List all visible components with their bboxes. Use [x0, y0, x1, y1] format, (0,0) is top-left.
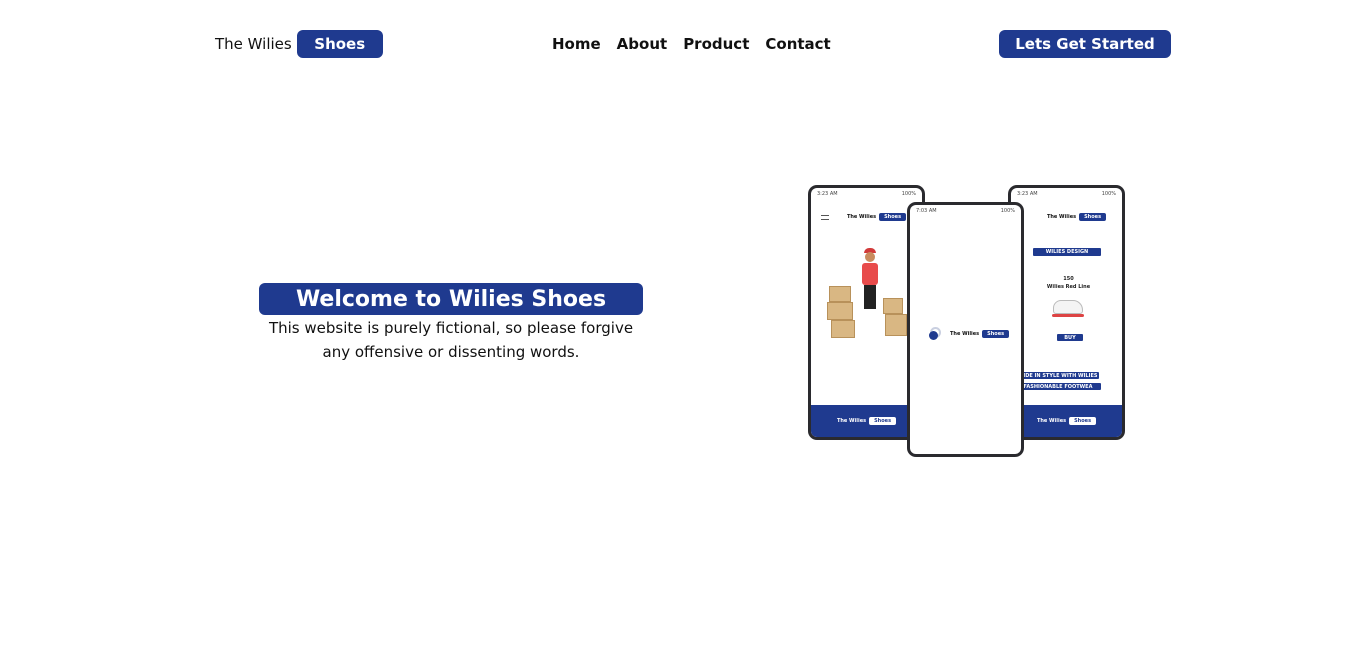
person-legs	[864, 285, 876, 309]
mini-footer: The Wilies Shoes	[1011, 405, 1122, 437]
product-name: Wilies Red Line	[1046, 284, 1091, 290]
loading-dot-icon	[929, 331, 938, 340]
buy-button: BUY	[1057, 334, 1083, 341]
cardboard-box	[885, 314, 907, 336]
mini-footer-brand: The Wilies	[836, 418, 867, 424]
phone-left-screen: 3:23 AM 100% The Wilies Shoes The Wilies…	[811, 188, 922, 437]
status-bar: 7:03 AM 100%	[916, 208, 1015, 216]
phones-mockup-image: 3:23 AM 100% The Wilies Shoes The Wilies…	[805, 182, 1130, 462]
status-bar: 3:23 AM 100%	[817, 191, 916, 199]
cardboard-box	[831, 320, 855, 338]
hero-subtitle: This website is purely fictional, so ple…	[259, 316, 643, 364]
phone-right: 3:23 AM 100% The Wilies Shoes WILIES DES…	[1008, 185, 1125, 440]
shoe-sole	[1052, 314, 1084, 317]
shoe-image	[1053, 300, 1083, 314]
hero-title: Welcome to Wilies Shoes	[259, 283, 643, 315]
status-battery: 100%	[1000, 208, 1015, 214]
status-time: 3:23 AM	[817, 191, 838, 197]
nav-about[interactable]: About	[617, 35, 668, 53]
splash-brand: The Wilies Shoes	[950, 329, 1010, 339]
mini-footer-badge: Shoes	[869, 417, 897, 425]
phone-center-screen: 7:03 AM 100% The Wilies Shoes	[910, 205, 1021, 454]
mini-footer-badge: Shoes	[1069, 417, 1097, 425]
menu-icon	[821, 215, 829, 220]
nav-product[interactable]: Product	[683, 35, 749, 53]
person-body	[862, 263, 878, 285]
mini-brand-text: The Wilies	[1046, 214, 1077, 220]
brand-badge: Shoes	[296, 30, 383, 58]
get-started-button[interactable]: Lets Get Started	[999, 30, 1171, 58]
mini-brand-badge: Shoes	[1079, 213, 1107, 221]
splash-brand-text: The Wilies	[950, 331, 980, 337]
cardboard-box	[883, 298, 903, 314]
nav-contact[interactable]: Contact	[765, 35, 830, 53]
mini-brand-text: The Wilies	[846, 214, 877, 220]
cardboard-box	[827, 302, 853, 320]
cardboard-box	[829, 286, 851, 302]
hero-subtitle-line2: any offensive or dissenting words.	[322, 343, 580, 361]
nav-links: Home About Product Contact	[552, 30, 831, 58]
tagline-bar-2: FASHIONABLE FOOTWEA	[1015, 383, 1101, 390]
phone-center: 7:03 AM 100% The Wilies Shoes	[907, 202, 1024, 457]
phone-right-screen: 3:23 AM 100% The Wilies Shoes WILIES DES…	[1011, 188, 1122, 437]
brand-text: The Wilies	[215, 35, 292, 53]
tagline-bar-1: STRIDE IN STYLE WITH WILIES	[1011, 372, 1099, 379]
mini-footer-brand: The Wilies	[1036, 418, 1067, 424]
status-bar: 3:23 AM 100%	[1017, 191, 1116, 199]
splash-brand-badge: Shoes	[982, 330, 1010, 338]
nav-home[interactable]: Home	[552, 35, 601, 53]
status-battery: 100%	[901, 191, 916, 197]
section-title-bar: WILIES DESIGN	[1033, 248, 1101, 256]
status-time: 3:23 AM	[1017, 191, 1038, 197]
navbar: The Wilies Shoes Home About Product Cont…	[0, 30, 1366, 58]
product-price: 150	[1063, 276, 1074, 282]
mini-brand: The Wilies Shoes	[1031, 212, 1122, 222]
mini-footer: The Wilies Shoes	[811, 405, 922, 437]
person-head	[865, 252, 875, 262]
brand-logo[interactable]: The Wilies Shoes	[215, 30, 383, 58]
mini-brand-badge: Shoes	[879, 213, 907, 221]
hero-subtitle-line1: This website is purely fictional, so ple…	[268, 319, 634, 337]
status-time: 7:03 AM	[916, 208, 937, 214]
status-battery: 100%	[1101, 191, 1116, 197]
